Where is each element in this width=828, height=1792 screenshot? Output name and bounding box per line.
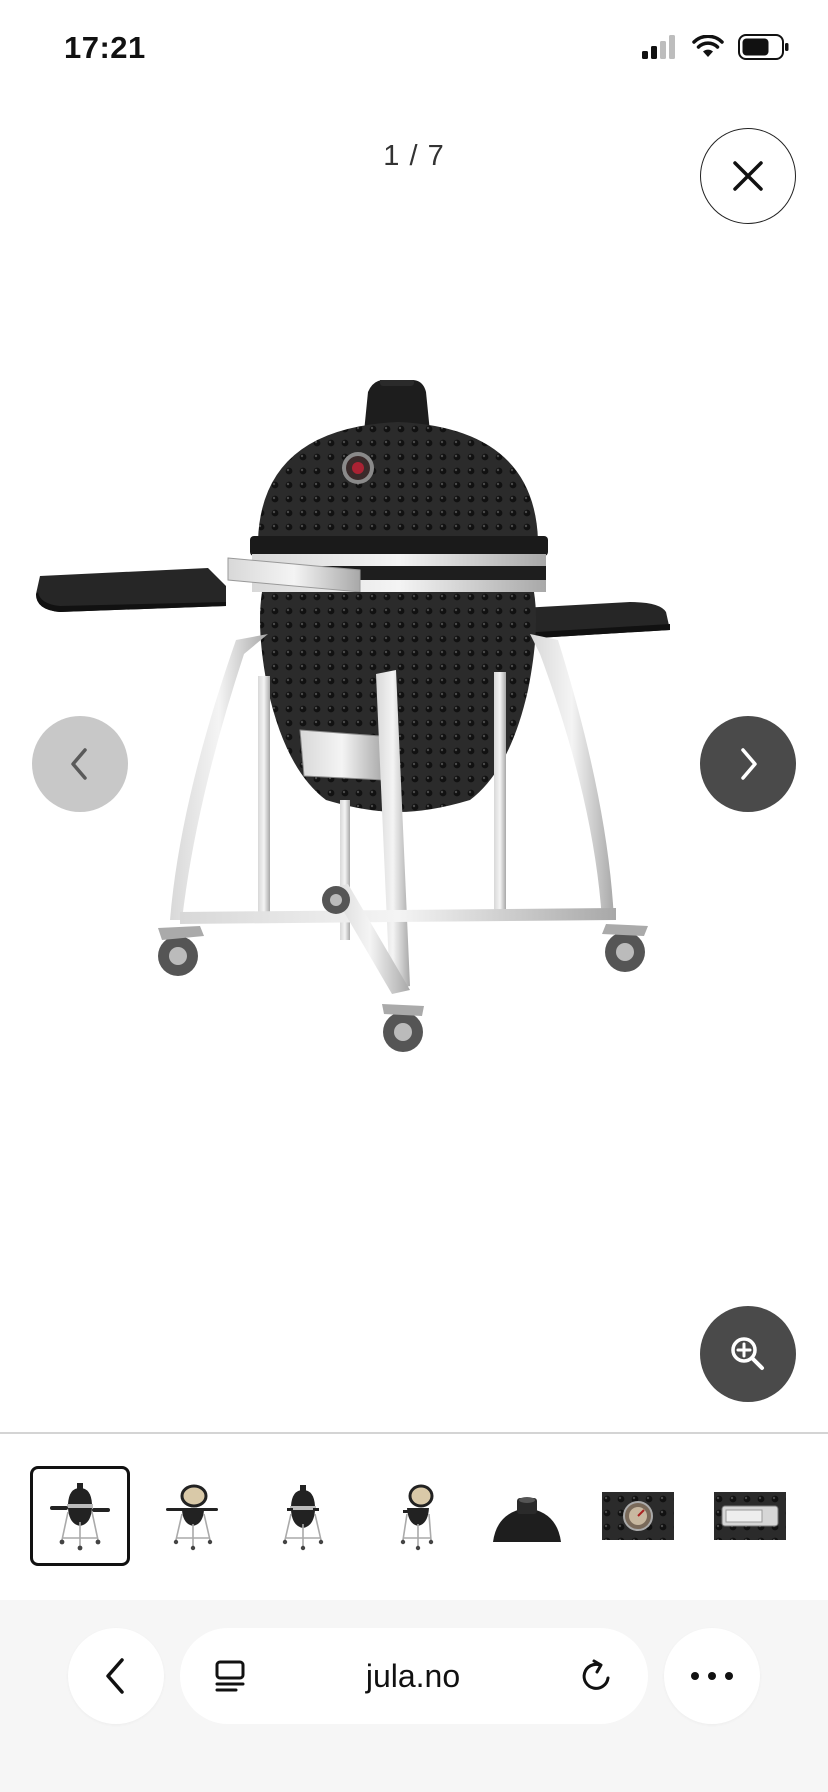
thumbnail-1[interactable] xyxy=(30,1466,130,1566)
wifi-icon xyxy=(692,35,724,57)
more-options-button[interactable] xyxy=(664,1628,760,1724)
next-image-button[interactable] xyxy=(700,716,796,812)
product-image-kamado-grill xyxy=(36,380,670,1052)
page-menu-icon[interactable] xyxy=(214,1659,248,1693)
url-text: jula.no xyxy=(365,1657,461,1694)
browser-back-button[interactable] xyxy=(68,1628,164,1724)
chevron-left-icon xyxy=(106,1658,124,1694)
grill-ash-door-thumbnail xyxy=(714,1492,787,1540)
grill-closed-thumbnail xyxy=(283,1485,324,1551)
thumbnail-6[interactable] xyxy=(588,1466,689,1566)
thumbnail-7[interactable] xyxy=(700,1466,801,1566)
status-icons xyxy=(642,34,790,60)
status-bar: 17:21 xyxy=(0,0,828,100)
thumbnail-2[interactable] xyxy=(141,1466,242,1566)
battery-icon xyxy=(738,34,789,60)
browser-toolbar: jula.no xyxy=(0,1600,828,1792)
thumbnail-strip xyxy=(30,1466,801,1566)
cellular-signal-icon xyxy=(642,35,675,59)
close-button[interactable] xyxy=(700,128,796,224)
grill-front-thumbnail xyxy=(49,1483,110,1551)
address-bar[interactable]: jula.no xyxy=(180,1628,648,1724)
grill-thermometer-thumbnail xyxy=(602,1492,675,1540)
grill-open-side-thumbnail xyxy=(400,1484,434,1551)
chevron-right-icon xyxy=(741,748,757,780)
more-icon xyxy=(691,1672,733,1680)
status-time: 17:21 xyxy=(64,30,146,65)
thumbnail-4[interactable] xyxy=(365,1466,465,1566)
close-icon xyxy=(733,161,763,191)
thumbnail-5[interactable] xyxy=(476,1466,577,1566)
reload-icon[interactable] xyxy=(578,1658,614,1694)
grill-top-vent-thumbnail xyxy=(492,1497,561,1542)
zoom-in-icon xyxy=(731,1337,764,1370)
zoom-button[interactable] xyxy=(700,1306,796,1402)
grill-open-lid-thumbnail xyxy=(165,1484,218,1551)
divider xyxy=(0,1432,828,1434)
image-gallery-page: 17:21 1 / 7 jula.no xyxy=(0,0,828,1792)
previous-image-button[interactable] xyxy=(32,716,128,812)
thumbnail-3[interactable] xyxy=(253,1466,354,1566)
chevron-left-icon xyxy=(71,748,87,780)
